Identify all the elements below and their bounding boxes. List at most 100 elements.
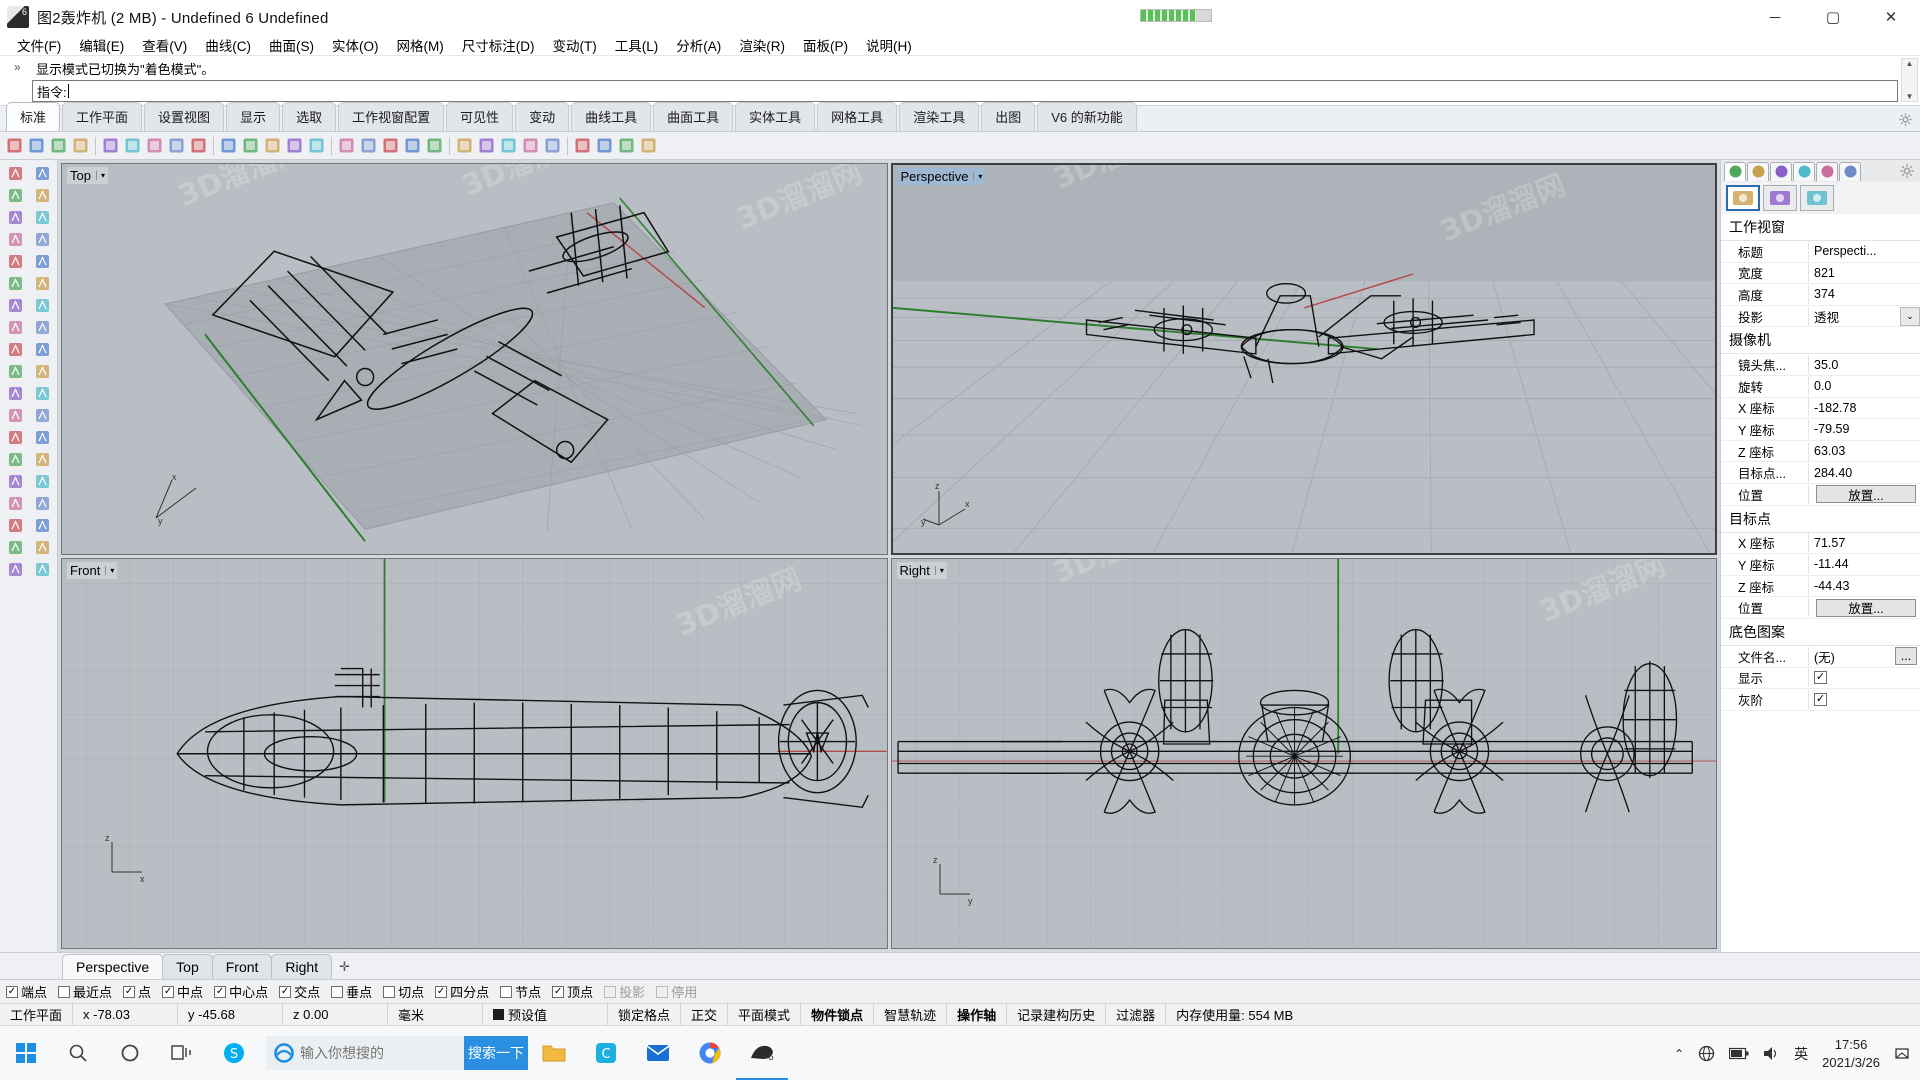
maximize-button[interactable]: ▢: [1804, 0, 1862, 34]
undo-icon[interactable]: [166, 135, 187, 156]
select-arrow-icon[interactable]: [2, 163, 28, 184]
lock-objects-icon[interactable]: [454, 135, 475, 156]
scale-icon[interactable]: [2, 449, 28, 470]
check-icon[interactable]: [29, 537, 55, 558]
ribbon-tab-5[interactable]: 工作视窗配置: [338, 102, 445, 131]
ribbon-tab-9[interactable]: 曲面工具: [653, 102, 734, 131]
osnap-checkbox[interactable]: [500, 985, 513, 998]
prop-checkbox[interactable]: ✓: [1814, 692, 1827, 706]
cortana-circle-icon[interactable]: [104, 1026, 156, 1080]
prop-value[interactable]: 透视 ⌄: [1809, 306, 1920, 326]
prop-value[interactable]: 35.0: [1809, 358, 1920, 372]
viewport-split-icon[interactable]: [380, 135, 401, 156]
scroll-up-arrow[interactable]: ▲: [1906, 59, 1914, 68]
select-icon[interactable]: [218, 135, 239, 156]
rhino6-icon[interactable]: 6: [736, 1026, 788, 1080]
viewport-tab-right[interactable]: Right: [271, 954, 333, 979]
ribbon-tab-13[interactable]: 出图: [981, 102, 1036, 131]
chevron-up-icon[interactable]: ⌃: [1674, 1047, 1684, 1061]
prop-value[interactable]: -44.43: [1809, 579, 1920, 593]
explode-icon[interactable]: [594, 135, 615, 156]
loft-icon[interactable]: [29, 273, 55, 294]
osnap-checkbox[interactable]: [331, 985, 344, 998]
analysis-icon[interactable]: [2, 515, 28, 536]
menu-item-9[interactable]: 工具(L): [606, 33, 668, 57]
show-objects-icon[interactable]: [424, 135, 445, 156]
notification-icon[interactable]: [1894, 1046, 1910, 1062]
osnap-端点[interactable]: ✓ 端点: [6, 982, 47, 1001]
hide-objects-icon[interactable]: [402, 135, 423, 156]
menu-item-7[interactable]: 尺寸标注(D): [453, 33, 544, 57]
menu-item-2[interactable]: 查看(V): [133, 33, 196, 57]
circle-icon[interactable]: [2, 207, 28, 228]
osnap-停用[interactable]: 停用: [656, 982, 697, 1001]
panel-tab-folder-icon[interactable]: [1816, 161, 1838, 181]
offset-icon[interactable]: [29, 405, 55, 426]
viewport-perspective-menu-arrow[interactable]: ▾: [973, 172, 982, 181]
osnap-交点[interactable]: ✓ 交点: [279, 982, 320, 1001]
ribbon-tab-1[interactable]: 工作平面: [62, 102, 143, 131]
prop-value[interactable]: ✓: [1809, 692, 1920, 706]
sweep-icon[interactable]: [29, 295, 55, 316]
osnap-最近点[interactable]: 最近点: [58, 982, 112, 1001]
taskbar-search-box[interactable]: [266, 1036, 464, 1070]
prop-value[interactable]: -11.44: [1809, 557, 1920, 571]
menu-item-4[interactable]: 曲面(S): [260, 33, 323, 57]
menu-item-1[interactable]: 编辑(E): [70, 33, 133, 57]
ellipse-icon[interactable]: [2, 251, 28, 272]
search-icon[interactable]: [52, 1026, 104, 1080]
search-input[interactable]: [300, 1045, 420, 1061]
prop-value[interactable]: 0.0: [1809, 379, 1920, 393]
prop-place-button[interactable]: 放置...: [1816, 485, 1916, 504]
panel-subtab-viewport-frame-icon[interactable]: [1763, 185, 1797, 211]
osnap-切点[interactable]: 切点: [383, 982, 424, 1001]
ribbon-tab-6[interactable]: 可见性: [446, 102, 514, 131]
viewport-front-menu-arrow[interactable]: ▾: [105, 565, 114, 575]
osnap-checkbox[interactable]: ✓: [552, 985, 565, 998]
rectangle-icon[interactable]: [29, 229, 55, 250]
status-toggle-0[interactable]: 锁定格点: [608, 1003, 682, 1026]
render-icon[interactable]: [542, 135, 563, 156]
status-units[interactable]: 毫米: [388, 1003, 484, 1026]
start-button[interactable]: [0, 1026, 52, 1080]
menu-item-6[interactable]: 网格(M): [388, 33, 453, 57]
network-icon[interactable]: [1698, 1045, 1715, 1062]
text-icon[interactable]: [2, 471, 28, 492]
viewport-right-label[interactable]: Right ▾: [896, 561, 947, 579]
viewport-top[interactable]: 3D溜溜网 3D溜溜网 3D溜溜网 Top ▾ x y: [61, 163, 888, 555]
prop-value[interactable]: ✓: [1809, 671, 1920, 685]
osnap-中点[interactable]: ✓ 中点: [162, 982, 203, 1001]
panel-subtab-camera-icon[interactable]: [1726, 185, 1760, 211]
osnap-节点[interactable]: 节点: [500, 982, 541, 1001]
browser-c-icon[interactable]: C: [580, 1026, 632, 1080]
boolean-icon[interactable]: [29, 339, 55, 360]
status-toggle-7[interactable]: 过滤器: [1106, 1003, 1167, 1026]
ribbon-tab-0[interactable]: 标准: [6, 102, 61, 131]
transform-icon[interactable]: [2, 361, 28, 382]
panel-gear-icon[interactable]: [1900, 164, 1914, 178]
ribbon-tab-14[interactable]: V6 的新功能: [1037, 102, 1137, 131]
status-layer[interactable]: 预设值: [483, 1003, 609, 1026]
render2-icon[interactable]: [2, 559, 28, 580]
skype-icon[interactable]: S: [208, 1026, 260, 1080]
osnap-中心点[interactable]: ✓ 中心点: [214, 982, 268, 1001]
prop-value[interactable]: 71.57: [1809, 536, 1920, 550]
panel-subtab-chain-icon[interactable]: [1800, 185, 1834, 211]
surface-icon[interactable]: [2, 273, 28, 294]
arc-icon[interactable]: [29, 207, 55, 228]
prop-value[interactable]: 放置...: [1809, 485, 1920, 504]
dimension-icon[interactable]: [29, 471, 55, 492]
cut-icon[interactable]: [100, 135, 121, 156]
panel-tab-properties-color-icon[interactable]: [1724, 161, 1746, 181]
line-icon[interactable]: [29, 185, 55, 206]
viewport-front-label[interactable]: Front ▾: [67, 561, 118, 579]
status-toggle-1[interactable]: 正交: [681, 1003, 729, 1026]
prop-value[interactable]: 284.40: [1809, 466, 1920, 480]
panel-tab-help-icon[interactable]: [1839, 161, 1861, 181]
battery-icon[interactable]: [1729, 1047, 1749, 1060]
osnap-垂点[interactable]: 垂点: [331, 982, 372, 1001]
ime-indicator[interactable]: 英: [1794, 1044, 1808, 1064]
osnap-checkbox[interactable]: [383, 985, 396, 998]
panel-tab-brush-icon[interactable]: [1793, 161, 1815, 181]
grid-icon[interactable]: [29, 493, 55, 514]
